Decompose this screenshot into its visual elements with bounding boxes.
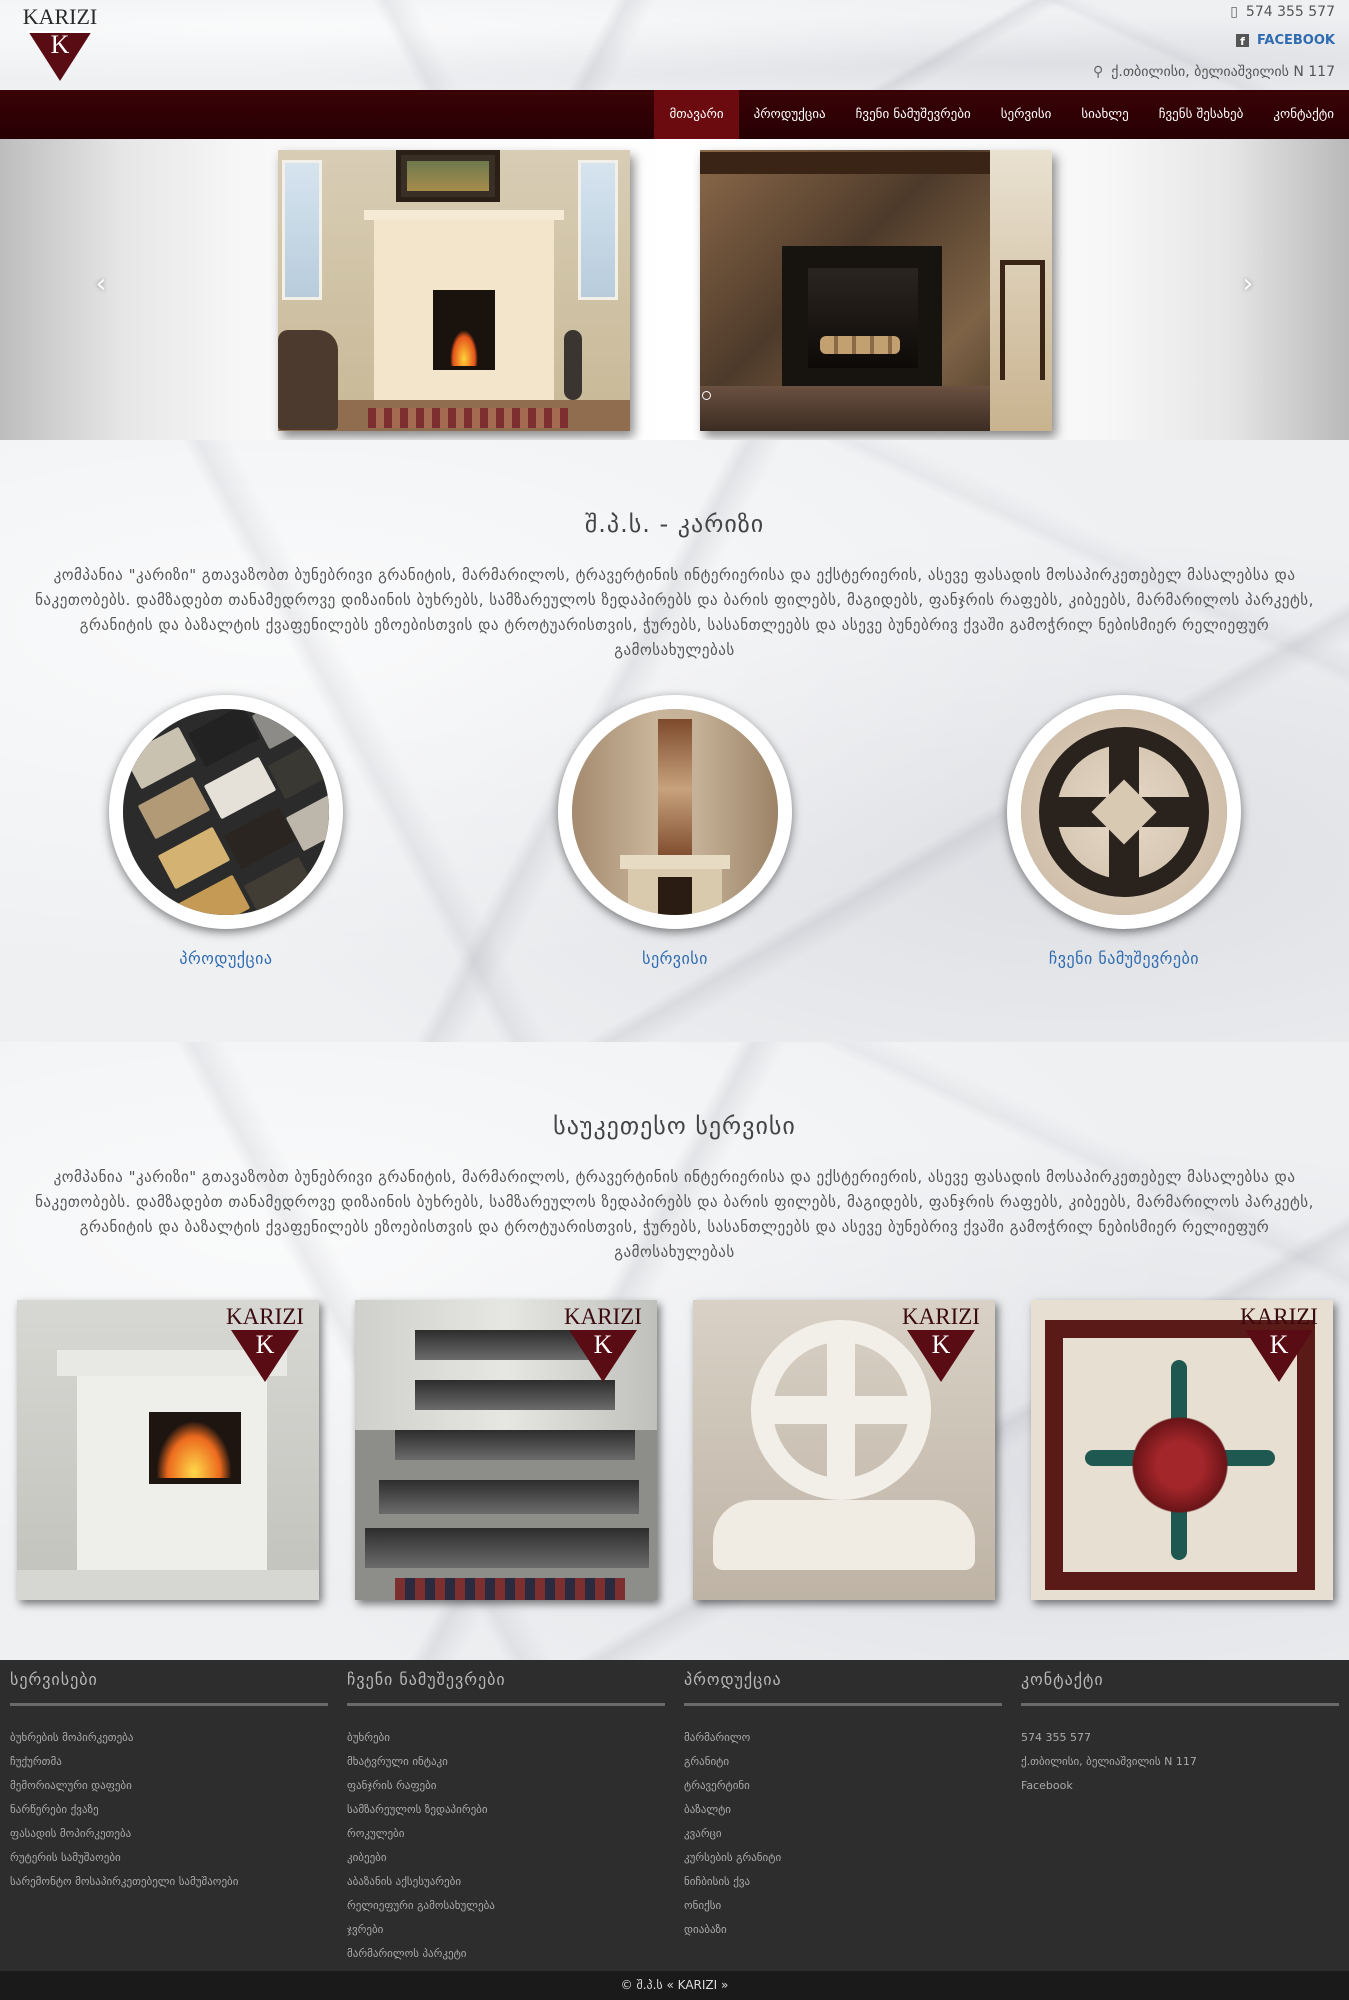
service-section: საუკეთესო სერვისი კომპანია "კარიზი" გთავ… — [0, 1042, 1349, 1660]
service-image — [572, 709, 778, 915]
footer-link[interactable]: აბაზანის აქსესუარები — [347, 1870, 665, 1894]
circle-label-products[interactable]: პროდუქცია — [106, 949, 346, 968]
footer-column-products: პროდუქცია მარმარილო გრანიტი ტრავერტინი ბ… — [684, 1660, 1002, 1942]
gallery-image-stairs[interactable]: KARIZI K — [355, 1300, 657, 1600]
nav-item-service[interactable]: სერვისი — [986, 90, 1067, 139]
footer-link[interactable]: ბაზალტი — [684, 1798, 1002, 1822]
service-text: კომპანია "კარიზი" გთავაზობთ ბუნებრივი გრ… — [35, 1168, 1314, 1261]
footer-link[interactable]: სამზარეულოს ზედაპირები — [347, 1798, 665, 1822]
about-text: კომპანია "კარიზი" გთავაზობთ ბუნებრივი გრ… — [35, 566, 1314, 659]
footer-link[interactable]: რუტერის სამუშაოები — [10, 1846, 328, 1870]
footer-column-contact: კონტაქტი 574 355 577 ქ.თბილისი, ბელიაშვი… — [1021, 1660, 1339, 1798]
chevron-right-icon[interactable]: › — [1233, 269, 1263, 299]
footer-heading: კონტაქტი — [1021, 1660, 1339, 1706]
circle-label-works[interactable]: ჩვენი ნამუშევრები — [1004, 949, 1244, 968]
footer-link[interactable]: ნარწერები ქვაზე — [10, 1798, 328, 1822]
footer-heading: სერვისები — [10, 1660, 328, 1706]
footer-link[interactable]: ბუხრები — [347, 1726, 665, 1750]
footer-link[interactable]: მარმარილოს პარკეტი — [347, 1942, 665, 1966]
phone-text: 574 355 577 — [1245, 4, 1335, 20]
circle-frame — [109, 695, 343, 929]
footer-link[interactable]: ჯვრები — [347, 1918, 665, 1942]
footer-link[interactable]: კურსების გრანიტი — [684, 1846, 1002, 1870]
copyright: © შ.პ.ს « KARIZI » — [0, 1971, 1349, 2000]
address-text: ქ.თბილისი, ბელიაშვილის N 117 — [1111, 64, 1335, 80]
logo-letter: K — [50, 30, 70, 59]
footer-link[interactable]: როკულები — [347, 1822, 665, 1846]
slider-dot[interactable] — [702, 391, 711, 400]
nav-item-works[interactable]: ჩვენი ნამუშევრები — [841, 90, 986, 139]
phone-icon: ▯ — [1230, 4, 1238, 20]
footer-column-works: ჩვენი ნამუშევრები ბუხრები მხატვრული ინტა… — [347, 1660, 665, 1966]
nav-item-home[interactable]: მთავარი — [654, 90, 739, 139]
facebook-icon: f — [1236, 34, 1250, 47]
circle-frame — [1007, 695, 1241, 929]
facebook-link[interactable]: FACEBOOK — [1257, 33, 1335, 48]
about-section: შ.პ.ს. - კარიზი კომპანია "კარიზი" გთავაზ… — [0, 440, 1349, 1042]
footer-column-services: სერვისები ბუხრების მოპირკეთება ჩუქურთმა … — [10, 1660, 328, 1894]
gallery-image-fireplace[interactable]: KARIZI K — [17, 1300, 319, 1600]
footer-link[interactable]: კიბეები — [347, 1846, 665, 1870]
map-pin-icon: ⚲ — [1092, 64, 1104, 80]
nav-item-products[interactable]: პროდუქცია — [739, 90, 841, 139]
footer-link[interactable]: ონიქსი — [684, 1894, 1002, 1918]
footer-link[interactable]: დიაბაზი — [684, 1918, 1002, 1942]
hero-slider: ‹ › — [0, 139, 1349, 440]
footer-link[interactable]: კვარცი — [684, 1822, 1002, 1846]
header-phone[interactable]: ▯ 574 355 577 — [1230, 4, 1335, 20]
header-address: ⚲ ქ.თბილისი, ბელიაშვილის N 117 — [1093, 64, 1335, 80]
footer-link[interactable]: მარმარილო — [684, 1726, 1002, 1750]
circle-frame — [558, 695, 792, 929]
circle-card-service[interactable]: სერვისი — [555, 695, 795, 968]
nav-item-about[interactable]: ჩვენს შესახებ — [1144, 90, 1259, 139]
products-image — [123, 709, 329, 915]
service-title: საუკეთესო სერვისი — [553, 1112, 796, 1140]
circle-label-service[interactable]: სერვისი — [555, 949, 795, 968]
nav-item-contact[interactable]: კონტაქტი — [1258, 90, 1349, 139]
footer-link[interactable]: ტრავერტინი — [684, 1774, 1002, 1798]
footer-link[interactable]: ფანჯრის რაფები — [347, 1774, 665, 1798]
header-facebook[interactable]: f FACEBOOK — [1236, 33, 1335, 48]
circle-card-works[interactable]: ჩვენი ნამუშევრები — [1004, 695, 1244, 968]
footer-address: ქ.თბილისი, ბელიაშვილის N 117 — [1021, 1755, 1197, 1768]
watermark-logo: KARIZI K — [223, 1304, 307, 1382]
site-logo[interactable]: KARIZI K — [18, 4, 102, 82]
gallery-image-inlay[interactable]: KARIZI K — [1031, 1300, 1333, 1600]
slide-image-fireplace-marble — [700, 150, 1052, 431]
watermark-logo: KARIZI K — [1237, 1304, 1321, 1382]
about-title: შ.პ.ს. - კარიზი — [584, 510, 765, 538]
chevron-left-icon[interactable]: ‹ — [86, 269, 116, 299]
footer-link[interactable]: გრანიტი — [684, 1750, 1002, 1774]
footer-phone[interactable]: 574 355 577 — [1021, 1726, 1339, 1750]
circle-card-products[interactable]: პროდუქცია — [106, 695, 346, 968]
footer-link[interactable]: მხატვრული ინტაკი — [347, 1750, 665, 1774]
works-image — [1021, 709, 1227, 915]
footer-link[interactable]: ფასადის მოპირკეთება — [10, 1822, 328, 1846]
nav-item-news[interactable]: სიახლე — [1066, 90, 1143, 139]
gallery-image-cross-carving[interactable]: KARIZI K — [693, 1300, 995, 1600]
slide-image-fireplace-cream — [278, 150, 630, 431]
footer-link[interactable]: მემორიალური დაფები — [10, 1774, 328, 1798]
footer-link[interactable]: ბუხრების მოპირკეთება — [10, 1726, 328, 1750]
logo-text: KARIZI — [22, 4, 98, 29]
footer-heading: პროდუქცია — [684, 1660, 1002, 1706]
footer-link[interactable]: სარემონტო მოსაპირკეთებელი სამუშაოები — [10, 1870, 328, 1894]
main-nav: მთავარი პროდუქცია ჩვენი ნამუშევრები სერვ… — [0, 90, 1349, 139]
footer-heading: ჩვენი ნამუშევრები — [347, 1660, 665, 1706]
footer-link[interactable]: რელიეფური გამოსახულება — [347, 1894, 665, 1918]
footer-link[interactable]: ჩუქურთმა — [10, 1750, 328, 1774]
footer: სერვისები ბუხრების მოპირკეთება ჩუქურთმა … — [0, 1660, 1349, 1971]
watermark-logo: KARIZI K — [899, 1304, 983, 1382]
footer-link[interactable]: ნიჩბისის ქვა — [684, 1870, 1002, 1894]
watermark-logo: KARIZI K — [561, 1304, 645, 1382]
footer-facebook-link[interactable]: Facebook — [1021, 1774, 1339, 1798]
header: KARIZI K ▯ 574 355 577 f FACEBOOK ⚲ ქ.თბ… — [0, 0, 1349, 90]
